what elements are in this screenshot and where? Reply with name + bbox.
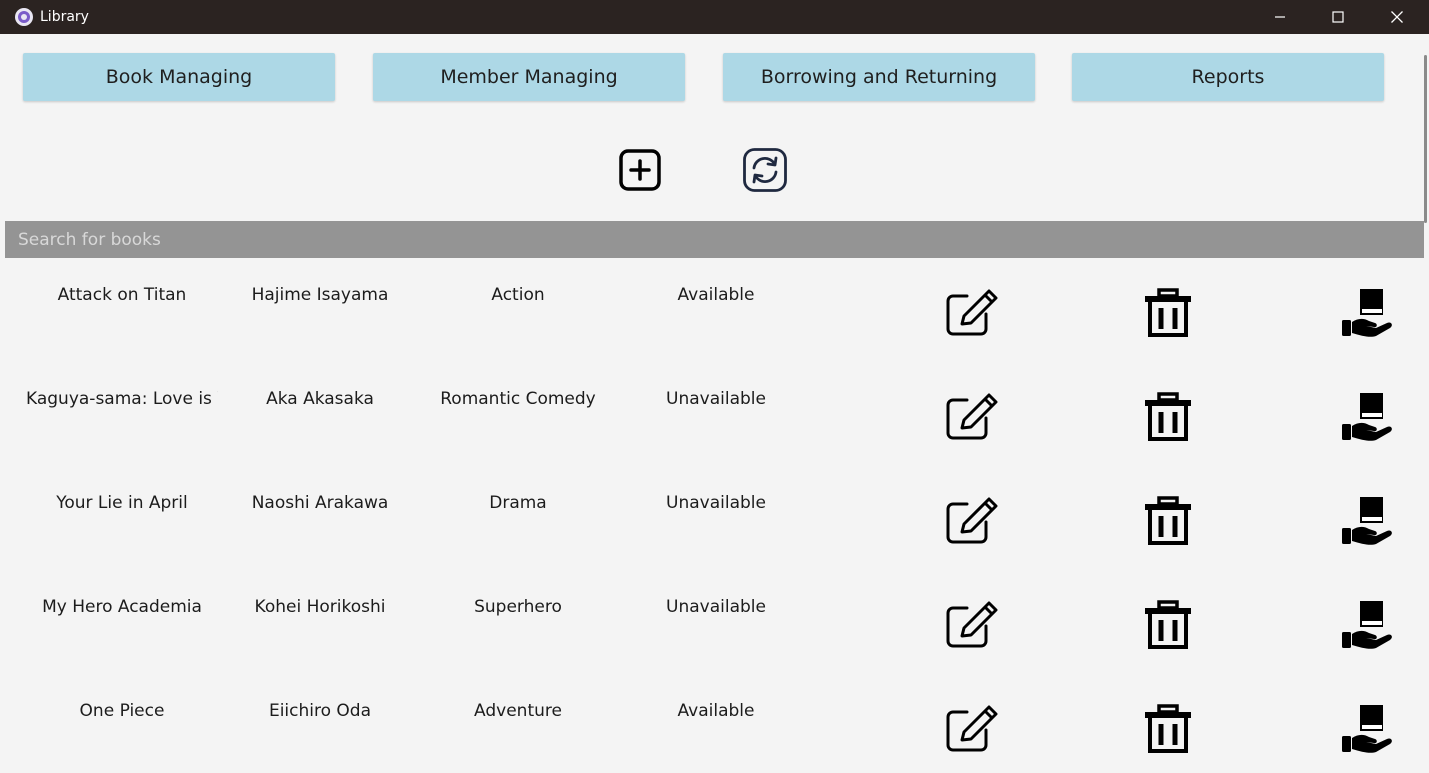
hand-book-icon bbox=[1342, 497, 1392, 545]
book-author: Naoshi Arakawa bbox=[251, 493, 389, 513]
edit-icon bbox=[946, 289, 998, 336]
edit-icon bbox=[946, 705, 998, 752]
search-input[interactable] bbox=[5, 221, 1424, 258]
close-icon bbox=[1391, 11, 1403, 23]
maximize-icon bbox=[1332, 11, 1344, 23]
refresh-button[interactable] bbox=[741, 146, 789, 194]
book-genre: Superhero bbox=[474, 597, 562, 617]
book-status: Unavailable bbox=[666, 493, 766, 513]
book-author: Kohei Horikoshi bbox=[254, 597, 386, 617]
book-status: Available bbox=[677, 701, 755, 721]
book-status: Unavailable bbox=[666, 389, 766, 409]
edit-button[interactable] bbox=[942, 598, 998, 650]
table-row: Kaguya-sama: Love is W Aka Akasaka Roman… bbox=[5, 362, 1424, 466]
book-genre: Romantic Comedy bbox=[440, 389, 596, 409]
member-managing-button[interactable]: Member Managing bbox=[373, 53, 685, 101]
table-row: Your Lie in April Naoshi Arakawa Drama U… bbox=[5, 466, 1424, 570]
add-book-button[interactable] bbox=[616, 146, 664, 194]
hand-book-icon bbox=[1342, 601, 1392, 649]
close-button[interactable] bbox=[1368, 0, 1426, 34]
delete-button[interactable] bbox=[1140, 494, 1196, 546]
book-genre: Adventure bbox=[474, 701, 562, 721]
trash-icon bbox=[1145, 496, 1191, 545]
trash-icon bbox=[1145, 600, 1191, 649]
app-logo-icon bbox=[15, 8, 33, 26]
table-row: My Hero Academia Kohei Horikoshi Superhe… bbox=[5, 570, 1424, 674]
book-status: Unavailable bbox=[666, 597, 766, 617]
edit-button[interactable] bbox=[942, 702, 998, 754]
minimize-icon bbox=[1275, 16, 1285, 18]
lend-book-button[interactable] bbox=[1338, 390, 1394, 442]
hand-book-icon bbox=[1342, 393, 1392, 441]
lend-book-button[interactable] bbox=[1338, 494, 1394, 546]
book-title: Kaguya-sama: Love is W bbox=[26, 389, 218, 409]
delete-button[interactable] bbox=[1140, 390, 1196, 442]
edit-icon bbox=[946, 497, 998, 544]
lend-book-button[interactable] bbox=[1338, 702, 1394, 754]
edit-icon bbox=[946, 601, 998, 648]
edit-button[interactable] bbox=[942, 286, 998, 338]
delete-button[interactable] bbox=[1140, 702, 1196, 754]
delete-button[interactable] bbox=[1140, 286, 1196, 338]
book-title: One Piece bbox=[79, 701, 165, 721]
minimize-button[interactable] bbox=[1251, 0, 1309, 34]
library-window: Library Book Managing Member Managing Bo… bbox=[0, 0, 1429, 773]
lend-book-button[interactable] bbox=[1338, 286, 1394, 338]
window-title: Library bbox=[40, 9, 89, 25]
book-genre: Drama bbox=[489, 493, 547, 513]
reports-button[interactable]: Reports bbox=[1072, 53, 1384, 101]
table-row: One Piece Eiichiro Oda Adventure Availab… bbox=[5, 674, 1424, 773]
main-content: Book Managing Member Managing Borrowing … bbox=[5, 34, 1427, 773]
book-genre: Action bbox=[491, 285, 545, 305]
borrowing-returning-button[interactable]: Borrowing and Returning bbox=[723, 53, 1035, 101]
hand-book-icon bbox=[1342, 705, 1392, 753]
hand-book-icon bbox=[1342, 289, 1392, 337]
trash-icon bbox=[1145, 392, 1191, 441]
lend-book-button[interactable] bbox=[1338, 598, 1394, 650]
book-title: Attack on Titan bbox=[57, 285, 187, 305]
edit-button[interactable] bbox=[942, 494, 998, 546]
title-bar[interactable]: Library bbox=[0, 0, 1429, 34]
book-author: Aka Akasaka bbox=[266, 389, 374, 409]
book-title: Your Lie in April bbox=[56, 493, 188, 513]
book-author: Eiichiro Oda bbox=[268, 701, 372, 721]
trash-icon bbox=[1145, 288, 1191, 337]
edit-button[interactable] bbox=[942, 390, 998, 442]
book-managing-button[interactable]: Book Managing bbox=[23, 53, 335, 101]
book-status: Available bbox=[677, 285, 755, 305]
edit-icon bbox=[946, 393, 998, 440]
maximize-button[interactable] bbox=[1309, 0, 1367, 34]
refresh-icon bbox=[743, 148, 787, 192]
table-row: Attack on Titan Hajime Isayama Action Av… bbox=[5, 258, 1424, 362]
trash-icon bbox=[1145, 704, 1191, 753]
vertical-scrollbar[interactable] bbox=[1424, 55, 1427, 223]
plus-square-icon bbox=[619, 149, 661, 191]
delete-button[interactable] bbox=[1140, 598, 1196, 650]
book-title: My Hero Academia bbox=[42, 597, 202, 617]
book-author: Hajime Isayama bbox=[251, 285, 389, 305]
